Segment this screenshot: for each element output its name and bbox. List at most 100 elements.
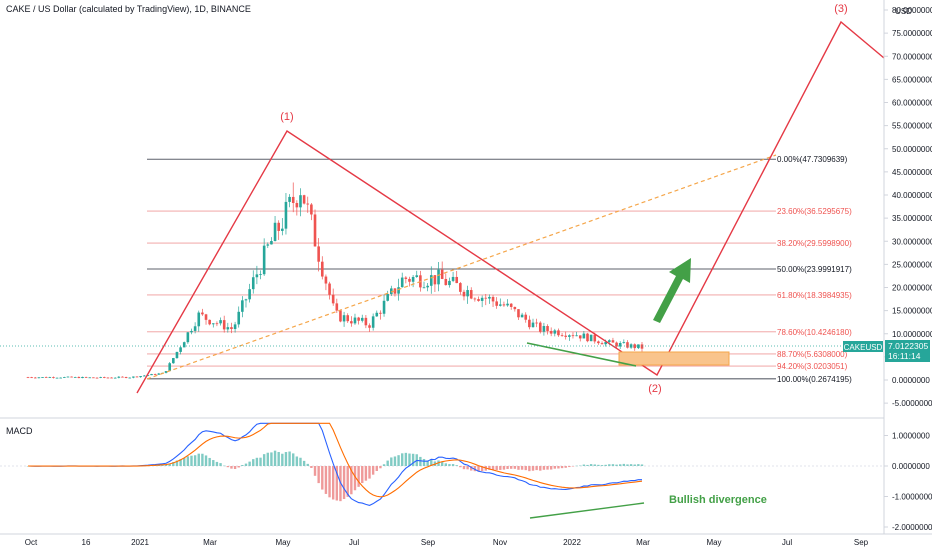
- candle-body: [95, 377, 99, 379]
- price-tick-label: 20.0000000: [892, 284, 932, 293]
- candle-body: [429, 275, 433, 286]
- candle-body: [193, 326, 197, 331]
- candle-body: [244, 299, 248, 301]
- candle-body: [175, 351, 179, 359]
- pattern-overlay[interactable]: (1) (2) (3): [136, 3, 885, 395]
- price-chart[interactable]: 0.00%(47.7309639) 23.60%(36.5295675) 38.20…: [0, 0, 932, 550]
- candle-body: [142, 375, 146, 377]
- macd-histogram-bar: [299, 457, 302, 466]
- candle-body: [506, 303, 509, 306]
- price-tick-label: 25.0000000: [892, 260, 932, 269]
- candle-body: [571, 335, 575, 337]
- target-zone-box[interactable]: [618, 351, 730, 366]
- fib-level-label: 0.00%(47.7309639): [777, 155, 848, 164]
- macd-histogram-bar: [364, 466, 368, 481]
- macd-histogram-bar: [459, 466, 462, 468]
- price-axis[interactable]: USD 80.000000075.000000070.000000065.000…: [883, 0, 932, 534]
- candle-body: [400, 277, 404, 288]
- time-tick-label: 16: [82, 538, 91, 547]
- macd-histogram-bar: [208, 457, 211, 466]
- candle-body: [33, 377, 37, 379]
- candle-body: [462, 291, 466, 297]
- candle-body: [37, 377, 41, 379]
- candle-body: [66, 376, 70, 378]
- time-tick-label: Nov: [493, 538, 507, 547]
- macd-histogram-bar: [513, 466, 517, 469]
- macd-histogram-bar: [640, 464, 644, 466]
- time-tick-label: Sep: [854, 538, 869, 547]
- fib-level-label: 50.00%(23.9991917): [777, 265, 852, 274]
- candle-body: [451, 276, 455, 281]
- candle-body: [270, 240, 273, 245]
- time-axis[interactable]: Oct 16 2021 Mar May Jul Sep Nov 2022 Mar May Jul Sep: [0, 533, 932, 547]
- candle-body: [513, 306, 517, 310]
- fib-level-label: 94.20%(3.0203051): [777, 362, 848, 371]
- wave-pattern-lines[interactable]: [136, 20, 885, 394]
- last-price-value: 7.0122305: [888, 341, 928, 351]
- candle-body: [117, 376, 121, 378]
- candle-body: [397, 287, 400, 294]
- candle-body: [608, 340, 611, 342]
- candle-body: [262, 245, 266, 275]
- candle-body: [426, 285, 429, 288]
- candle-body: [259, 274, 262, 276]
- candle-body: [360, 317, 364, 321]
- macd-histogram-bar: [629, 464, 633, 466]
- candle-body: [153, 374, 157, 375]
- candle-body: [255, 274, 259, 278]
- macd-histogram-bar: [201, 453, 204, 466]
- candle-body: [277, 222, 280, 231]
- macd-histogram-bar: [186, 456, 190, 466]
- candle-body: [517, 309, 520, 318]
- candle-body: [52, 377, 55, 378]
- price-tick-label: -5.0000000: [892, 399, 932, 408]
- macd-histogram-bar: [244, 463, 248, 466]
- macd-axis[interactable]: 1.0000000 0.0000000 -1.0000000 -2.0000000: [884, 432, 932, 533]
- candle-body: [491, 296, 495, 302]
- candle-body: [448, 280, 451, 286]
- macd-tick-label: -1.0000000: [892, 493, 932, 502]
- candle-body: [586, 333, 589, 342]
- macd-histogram-bar: [575, 465, 578, 467]
- candle-body: [139, 376, 142, 378]
- candle-body: [48, 377, 52, 378]
- candle-body: [132, 376, 135, 378]
- fib-level-label: 23.60%(36.5295675): [777, 207, 852, 216]
- candle-body: [251, 277, 255, 290]
- candle-body: [415, 275, 419, 277]
- candle-body: [535, 322, 538, 324]
- macd-histogram-bar: [408, 453, 411, 466]
- macd-histogram-bar: [593, 464, 596, 466]
- candlestick-series: [26, 182, 644, 379]
- macd-histogram-bar: [600, 465, 604, 466]
- macd-histogram-bar: [226, 466, 230, 468]
- macd-histogram-bar: [553, 466, 557, 469]
- macd-histogram-bar: [582, 464, 586, 466]
- candle-body: [70, 376, 73, 378]
- candle-body: [386, 294, 389, 301]
- candle-body: [353, 317, 357, 324]
- macd-histogram-bar: [626, 464, 629, 466]
- macd-divergence-line[interactable]: [529, 502, 645, 519]
- macd-histogram-bar: [462, 466, 466, 470]
- candle-body: [222, 320, 226, 330]
- candle-body: [538, 322, 542, 332]
- candle-body: [81, 376, 84, 379]
- candle-body: [230, 327, 233, 330]
- wave-3-label: (3): [834, 3, 847, 15]
- macd-histogram-bar: [560, 466, 564, 469]
- candle-body: [266, 244, 270, 246]
- macd-histogram-bar: [448, 464, 451, 466]
- bullish-arrow: [653, 258, 691, 323]
- price-pane[interactable]: 0.00%(47.7309639) 23.60%(36.5295675) 38.20…: [26, 3, 885, 395]
- macd-pane[interactable]: Bullish divergence: [0, 422, 884, 519]
- price-tick-label: 55.0000000: [892, 122, 932, 131]
- macd-histogram-bar: [219, 463, 222, 466]
- macd-histogram-bar: [212, 460, 215, 466]
- macd-histogram-bar: [390, 457, 393, 466]
- candle-body: [589, 334, 593, 342]
- macd-histogram-bar: [306, 463, 309, 466]
- macd-histogram-bar: [386, 460, 389, 466]
- candle-body: [495, 301, 498, 306]
- time-tick-label: Oct: [25, 538, 38, 547]
